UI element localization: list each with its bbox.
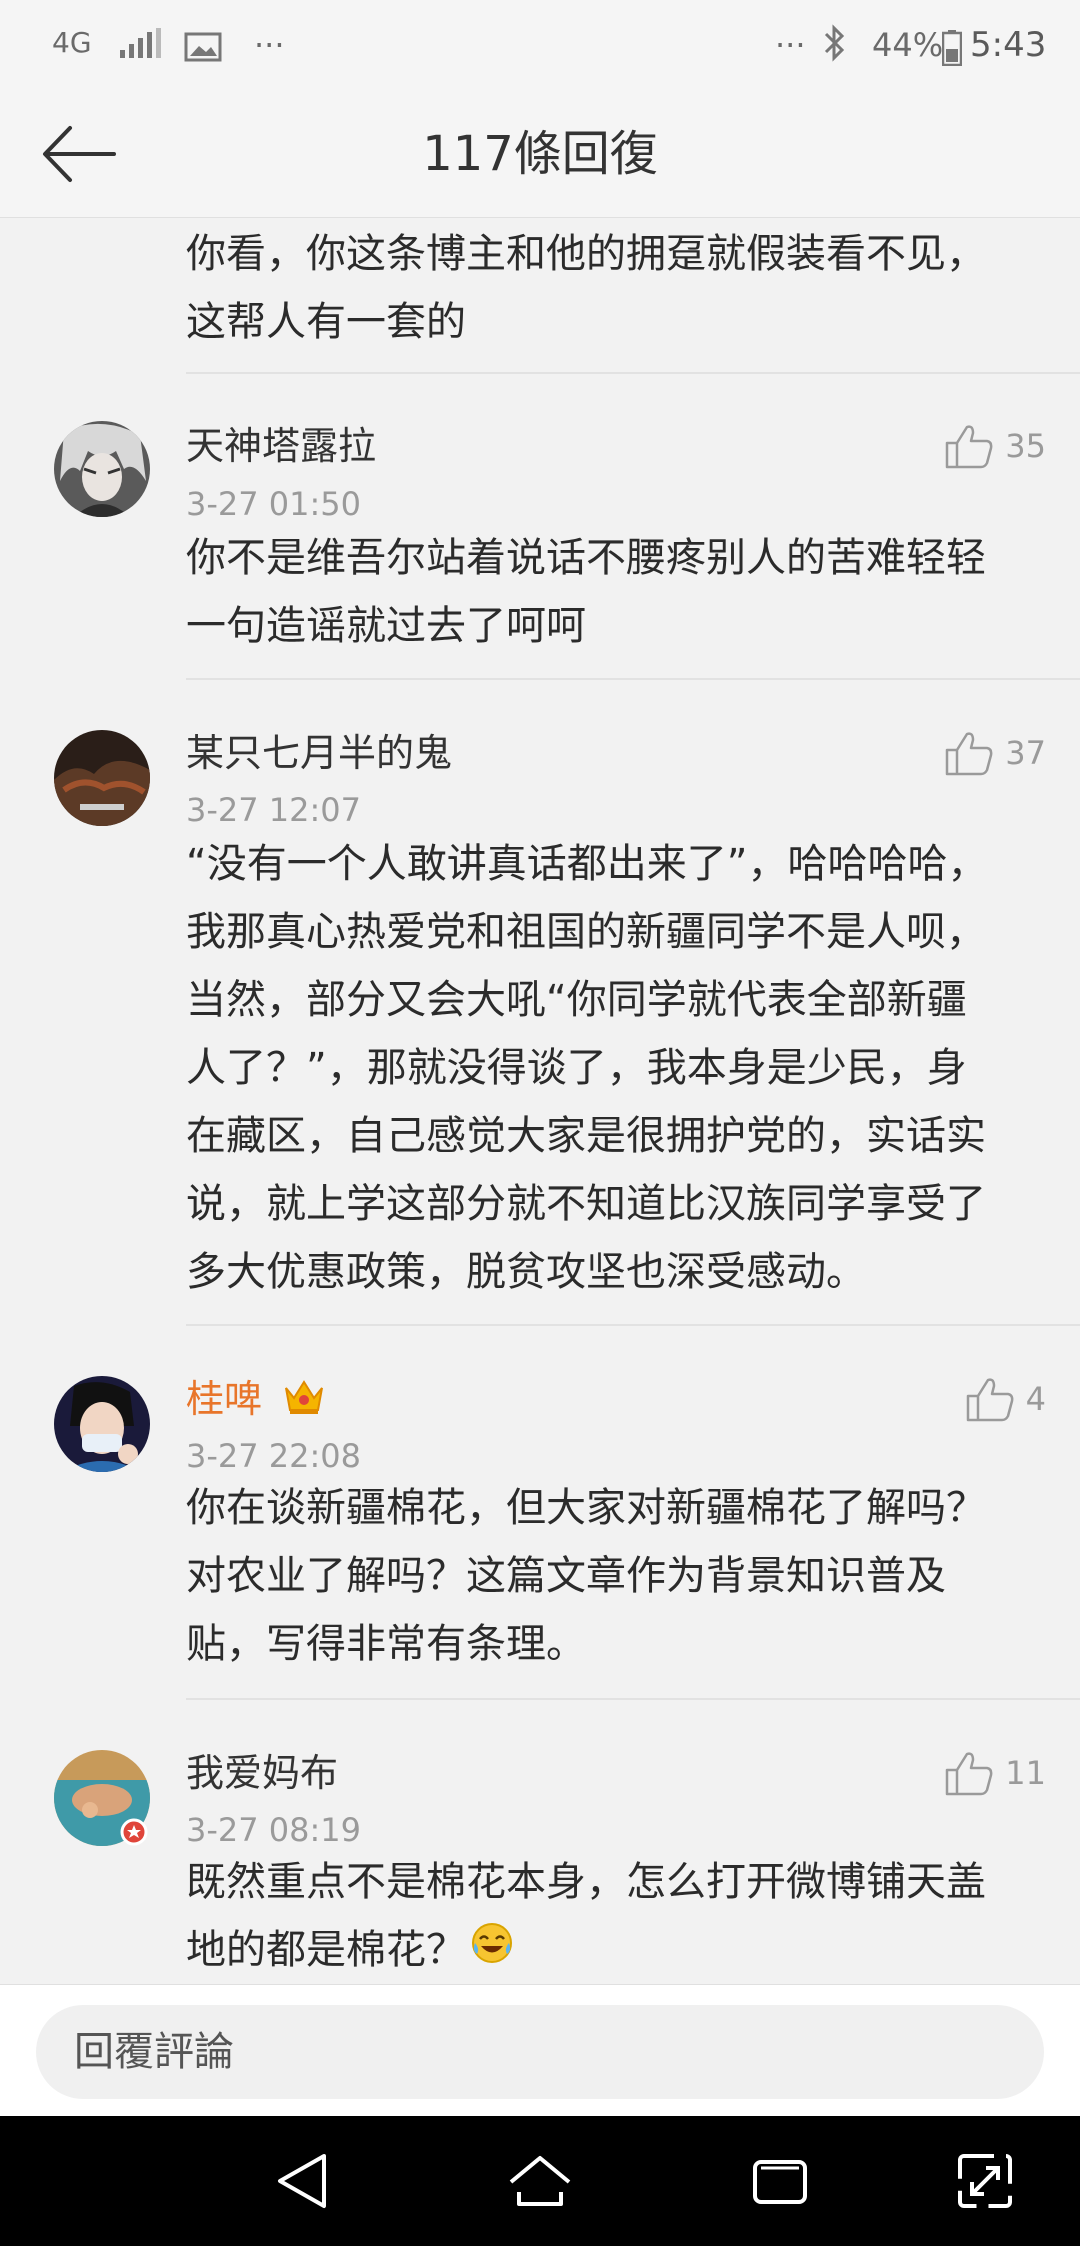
laughing-crying-emoji-icon: [470, 1918, 514, 1984]
clock: 5:43: [970, 25, 1047, 65]
timestamp: 3-27 01:50: [186, 485, 362, 523]
timestamp: 3-27 22:08: [186, 1437, 362, 1475]
comment-text-line: 这帮人有一套的: [186, 299, 466, 345]
comment-text-line: 一句造谣就过去了呵呵: [186, 603, 586, 649]
like-button[interactable]: 35: [945, 421, 1046, 471]
system-nav-bar: [0, 2116, 1080, 2246]
thumbs-up-icon: [966, 1378, 1014, 1422]
thumbs-up-icon: [946, 732, 993, 776]
avatar[interactable]: [54, 1750, 150, 1846]
nav-home-button[interactable]: [505, 2146, 575, 2216]
comment-text-line: 你看，你这条博主和他的拥趸就假装看不见，: [186, 231, 986, 277]
comment-text-line: 地的都是棉花？: [186, 1916, 1036, 1984]
username[interactable]: 桂啤: [186, 1374, 326, 1428]
comment-text-line: 既然重点不是棉花本身，怎么打开微博铺天盖: [186, 1859, 986, 1905]
avatar[interactable]: [54, 1376, 150, 1472]
like-count: 4: [1025, 1380, 1046, 1418]
comment-text-line: 在藏区，自己感觉大家是很拥护党的，实话实: [186, 1113, 986, 1159]
comment-text-line: 对农业了解吗？这篇文章作为背景知识普及: [186, 1553, 946, 1599]
avatar[interactable]: [54, 730, 150, 826]
timestamp: 3-27 12:07: [186, 791, 362, 829]
comment-item[interactable]: 某只七月半的鬼 3-27 12:07 37 “没有一个人敢讲真话都出来了”，哈哈…: [0, 680, 1080, 1326]
comment-text-line: 贴，写得非常有条理。: [186, 1621, 586, 1667]
comment-item[interactable]: 你看，你这条博主和他的拥趸就假装看不见， 这帮人有一套的: [0, 218, 1080, 374]
comment-text-line: 你在谈新疆棉花，但大家对新疆棉花了解吗？: [186, 1485, 986, 1531]
comment-text-line: 当然，部分又会大吼“你同学就代表全部新疆: [186, 977, 967, 1023]
comment-item[interactable]: 天神塔露拉 3-27 01:50 35 你不是维吾尔站着说话不腰疼别人的苦难轻轻…: [0, 374, 1080, 680]
recents-icon: [753, 2160, 807, 2204]
comment-text: 你不是维吾尔站着说话不腰疼别人的苦难轻轻 一句造谣就过去了呵呵: [186, 524, 1036, 660]
username[interactable]: 我爱妈布: [186, 1748, 338, 1798]
username[interactable]: 某只七月半的鬼: [186, 728, 452, 778]
comment-text-line: 多大优惠政策，脱贫攻坚也深受感动。: [186, 1249, 866, 1295]
nav-recents-button[interactable]: [745, 2146, 815, 2216]
timestamp: 3-27 08:19: [186, 1811, 362, 1849]
status-bar: 4G ··· ··· 44% 5:43: [0, 0, 1080, 90]
comment-list[interactable]: 你看，你这条博主和他的拥趸就假装看不见， 这帮人有一套的 天神塔露拉 3-27 …: [0, 218, 1080, 1984]
username[interactable]: 天神塔露拉: [186, 421, 376, 471]
network-type: 4G: [52, 26, 92, 59]
vip-crown-icon: [282, 1376, 326, 1428]
reply-comment-input[interactable]: 回覆評論: [36, 2005, 1044, 2099]
like-button[interactable]: 4: [966, 1374, 1046, 1424]
like-count: 35: [1005, 427, 1046, 465]
thumbs-up-icon: [946, 1752, 993, 1796]
like-count: 11: [1005, 1754, 1046, 1792]
username-text: 桂啤: [186, 1377, 263, 1421]
bluetooth-icon: [822, 24, 848, 74]
nav-expand-button[interactable]: [950, 2146, 1020, 2216]
more-notifications-indicator: ···: [254, 26, 285, 64]
page-title: 117條回復: [422, 126, 658, 182]
battery-percent: 44%: [872, 26, 944, 64]
comment-text-line: 人了？”，那就没得谈了，我本身是少民，身: [186, 1045, 967, 1091]
comment-text-line: 我那真心热爱党和祖国的新疆同学不是人呗，: [186, 909, 986, 955]
comment-text-line: “没有一个人敢讲真话都出来了”，哈哈哈哈，: [186, 841, 988, 887]
home-icon: [509, 2156, 571, 2206]
signal-icon: [118, 26, 162, 72]
nav-back-button[interactable]: [268, 2146, 338, 2216]
image-notification-icon: [184, 28, 222, 74]
comment-text: 既然重点不是棉花本身，怎么打开微博铺天盖 地的都是棉花？: [186, 1848, 1036, 1984]
comment-item[interactable]: 桂啤 3-27 22:08 4 你在谈新疆棉花，但大家对新疆棉花了解吗？ 对农业…: [0, 1326, 1080, 1700]
reply-bar: 回覆評論: [0, 1984, 1080, 2116]
like-count: 37: [1005, 734, 1046, 772]
title-bar: 117條回復: [0, 90, 1080, 218]
thumbs-up-icon: [946, 425, 993, 469]
avatar[interactable]: [54, 421, 150, 517]
battery-icon: [941, 30, 963, 78]
comment-text-line: 你不是维吾尔站着说话不腰疼别人的苦难轻轻: [186, 535, 986, 581]
comment-item[interactable]: 我爱妈布 3-27 08:19 11 既然重点不是棉花本身，怎么打开微博铺天盖 …: [0, 1700, 1080, 1984]
like-button[interactable]: 11: [945, 1748, 1046, 1798]
comment-text: 你在谈新疆棉花，但大家对新疆棉花了解吗？ 对农业了解吗？这篇文章作为背景知识普及…: [186, 1474, 1036, 1678]
comment-text-line: 说，就上学这部分就不知道比汉族同学享受了: [186, 1181, 986, 1227]
expand-arrows-icon: [958, 2154, 1012, 2208]
triangle-back-icon: [278, 2154, 326, 2208]
like-button[interactable]: 37: [945, 728, 1046, 778]
comment-text: 你看，你这条博主和他的拥趸就假装看不见， 这帮人有一套的: [186, 220, 1036, 356]
comment-text-fragment: 地的都是棉花？: [186, 1927, 466, 1973]
more-status-indicator: ···: [775, 26, 806, 64]
comment-text: “没有一个人敢讲真话都出来了”，哈哈哈哈， 我那真心热爱党和祖国的新疆同学不是人…: [186, 830, 1036, 1306]
